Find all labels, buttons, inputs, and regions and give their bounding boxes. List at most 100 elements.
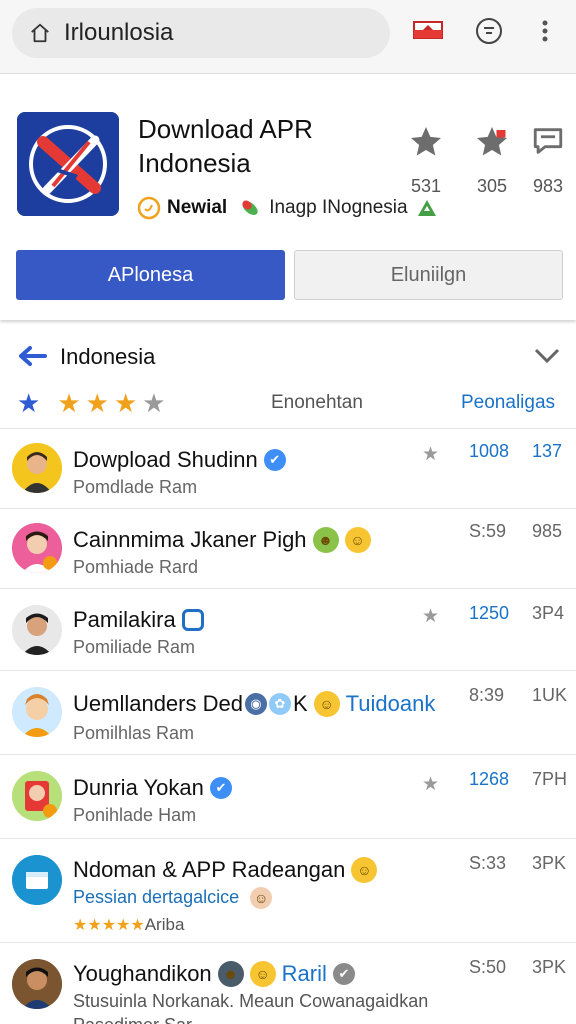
- item-title: Pamilakira: [73, 607, 204, 633]
- item-count: 1268: [469, 769, 510, 789]
- item-title-text: Dunria Yokan: [73, 775, 204, 800]
- stat-favorites-value: 305: [476, 176, 508, 196]
- address-text[interactable]: Irlounlosia: [64, 19, 173, 47]
- item-rating: ★★★★★Ariba: [73, 915, 185, 934]
- avatar: [12, 687, 62, 737]
- address-bar[interactable]: Irlounlosia: [12, 8, 390, 58]
- comment-icon: [533, 128, 563, 154]
- list-item[interactable]: Dunria Yokan ✔ Ponihlade Ham ★ 1268 7PH: [0, 754, 576, 838]
- emoji-icon: ☺: [344, 527, 371, 553]
- star-filter-icon[interactable]: ★: [57, 390, 80, 416]
- avatar: [12, 443, 62, 493]
- item-title-link[interactable]: Tuidoank: [346, 691, 436, 717]
- back-arrow-icon[interactable]: [17, 344, 47, 368]
- app-title: Download APR Indonesia: [138, 114, 313, 178]
- stat-comments-value: 983: [532, 176, 564, 196]
- item-count: 1008: [469, 441, 510, 461]
- emoji-icon: ☺: [313, 691, 340, 717]
- emoji-icon: ☺: [351, 857, 378, 883]
- list-item[interactable]: Pamilakira Pomiliade Ram ★ 1250 3P4: [0, 588, 576, 670]
- tag-secondary: Inagp INognesia: [269, 197, 408, 218]
- star-icon[interactable]: ★: [422, 773, 439, 796]
- menu-circle-icon[interactable]: [473, 15, 505, 47]
- results-section: Indonesia ★ ★ ★ ★ ★ Enonehtan Peonaligas…: [0, 330, 576, 1024]
- item-time: 8:39: [469, 685, 505, 705]
- list-item[interactable]: Ndoman & APP Radeangan ☺ Pessian dertaga…: [0, 838, 576, 942]
- item-count: 1250: [469, 603, 510, 623]
- item-title: Dowpload Shudinn ✔: [73, 447, 286, 473]
- pill-icon: [242, 200, 258, 215]
- avatar-small-icon: ☻: [217, 961, 244, 987]
- item-subtitle: Pessian dertagalcice ☺: [73, 887, 273, 909]
- item-count-secondary: 985: [532, 521, 563, 541]
- item-subtitle: Pomilhlas Ram: [73, 723, 195, 743]
- item-count-secondary: 3PK: [532, 957, 567, 977]
- browser-toolbar: Irlounlosia: [0, 0, 576, 74]
- stat-comments[interactable]: 983: [518, 124, 576, 196]
- star-icon[interactable]: ★: [422, 605, 439, 628]
- stat-favorites[interactable]: 305: [462, 124, 522, 196]
- star-icon: [411, 127, 441, 156]
- stat-stars[interactable]: 531: [396, 124, 456, 196]
- item-title-text: Cainnmima Jkaner Pigh: [73, 527, 307, 552]
- emoji-icon: ☺: [249, 961, 276, 987]
- flag-icon[interactable]: [412, 15, 444, 47]
- emoji-icon: ☺: [250, 887, 273, 909]
- sort-link[interactable]: Peonaligas: [461, 392, 555, 414]
- item-title: Ndoman & APP Radeangan ☺: [73, 857, 378, 883]
- avatar: [12, 605, 62, 655]
- item-time: S:50: [469, 957, 507, 977]
- sort-label[interactable]: Enonehtan: [271, 392, 363, 414]
- item-title: Dunria Yokan ✔: [73, 775, 232, 801]
- secondary-action-button[interactable]: Eluniilgn: [294, 250, 563, 300]
- item-time: S:59: [469, 521, 507, 541]
- avatar: [12, 855, 62, 905]
- item-subtitle-tail: Pasedimer Sar: [73, 1015, 192, 1024]
- item-count-secondary: 7PH: [532, 769, 568, 789]
- item-title: Cainnmima Jkaner Pigh ☻ ☺: [73, 527, 371, 553]
- item-count-secondary: 3PK: [532, 853, 567, 873]
- item-subtitle: Pomiliade Ram: [73, 637, 196, 657]
- item-rating-label: Ariba: [144, 915, 185, 934]
- stat-stars-value: 531: [410, 176, 442, 196]
- emoji-icon: ☻: [312, 527, 339, 553]
- section-header: Indonesia ★ ★ ★ ★ ★ Enonehtan Peonaligas: [0, 330, 576, 430]
- item-count-secondary: 3P4: [532, 603, 565, 623]
- badge-ring-icon: [137, 196, 161, 220]
- star-icon[interactable]: ★: [422, 443, 439, 466]
- more-vert-icon[interactable]: [529, 15, 561, 47]
- item-title-text: Uemllanders Ded: [73, 691, 243, 716]
- item-title-link[interactable]: Raril: [282, 961, 327, 987]
- rating-filter[interactable]: ★ ★ ★ ★ ★: [17, 390, 171, 416]
- item-count-secondary: 137: [532, 441, 563, 461]
- primary-action-button[interactable]: APlonesa: [16, 250, 285, 300]
- item-subtitle: Pomhiade Rard: [73, 557, 199, 577]
- item-title-text: Dowpload Shudinn: [73, 447, 258, 472]
- app-header-card: Download APR Indonesia Newial Inagp INog…: [0, 84, 576, 320]
- item-count-secondary: 1UK: [532, 685, 568, 705]
- item-subtitle: Pomdlade Ram: [73, 477, 198, 497]
- list-item[interactable]: Uemllanders Ded ◉ ✿ K ☺ Tuidoank Pomilhl…: [0, 670, 576, 754]
- star-filter-icon[interactable]: ★: [142, 390, 165, 416]
- star-filter-icon[interactable]: ★: [86, 390, 109, 416]
- green-triangle-icon: [417, 200, 436, 216]
- item-subtitle: Ponihlade Ham: [73, 805, 197, 825]
- star-filter-icon[interactable]: ★: [17, 390, 40, 416]
- avatar: [12, 523, 62, 573]
- item-subtitle-text: Pessian dertagalcice: [73, 887, 240, 907]
- verified-icon: ✔: [263, 449, 286, 471]
- list-item[interactable]: Dowpload Shudinn ✔ Pomdlade Ram ★ 1008 1…: [0, 428, 576, 508]
- item-title-text: Ndoman & APP Radeangan: [73, 857, 346, 882]
- star-filter-icon[interactable]: ★: [114, 390, 137, 416]
- avatar: [12, 959, 62, 1009]
- list-item[interactable]: Youghandikon ☻ ☺ Raril ✔ Stusuinla Norka…: [0, 942, 576, 1024]
- star-flag-icon: [477, 127, 507, 156]
- home-icon[interactable]: [29, 22, 51, 44]
- list-item[interactable]: Cainnmima Jkaner Pigh ☻ ☺ Pomhiade Rard …: [0, 508, 576, 588]
- chevron-down-icon[interactable]: [534, 348, 560, 364]
- flower-icon: ✿: [268, 693, 291, 715]
- section-title: Indonesia: [60, 344, 156, 369]
- verified-icon: ✔: [209, 777, 232, 799]
- app-logo: [17, 112, 119, 216]
- app-tags: Newial Inagp INognesia: [137, 196, 438, 220]
